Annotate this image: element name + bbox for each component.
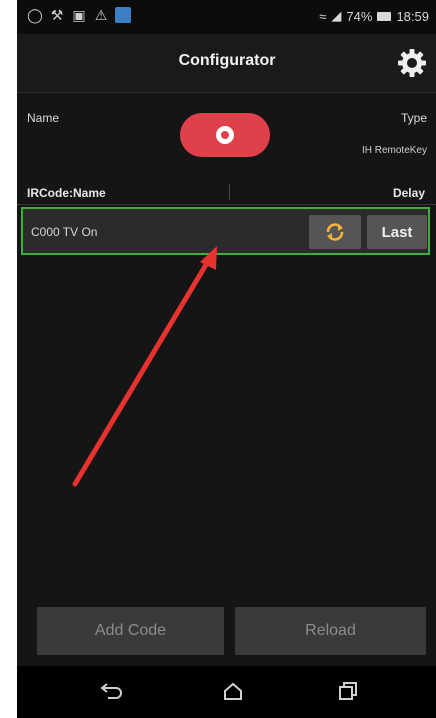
name-type-row: Name Type IH RemoteKey [17,93,436,178]
tools-icon: ⚒ [50,7,64,23]
whatsapp-icon: ◯ [27,7,43,23]
home-icon[interactable] [220,680,246,702]
navigation-bar [17,666,436,718]
app-icon [115,7,131,23]
record-button[interactable] [180,113,270,157]
wifi-icon: ≈ [319,8,327,24]
battery-icon [377,11,392,21]
back-icon[interactable] [99,680,125,702]
refresh-icon [326,223,344,241]
type-label: Type [400,111,427,125]
action-bar: Configurator [17,34,436,93]
table-row[interactable]: C000 TV On Last [21,207,430,255]
cell-signal-icon: ◢ [331,8,342,23]
name-label: Name [27,111,60,125]
column-divider [229,184,230,200]
type-value: IH RemoteKey [361,145,427,156]
clock: 18:59 [396,8,429,24]
status-bar: ◯ ⚒ ▣ ⚠ ≈ ◢ 74% 18:59 [17,0,436,34]
system-status: ≈ ◢ 74% 18:59 [319,8,429,24]
code-name: C000 TV On [31,225,98,239]
page-title: Configurator [178,52,276,69]
refresh-button[interactable] [309,215,361,249]
warning-icon: ⚠ [94,7,108,23]
column-ircode-name: IRCode:Name [27,186,106,200]
recents-icon[interactable] [335,680,361,702]
column-delay: Delay [392,186,425,200]
phone-screen: ◯ ⚒ ▣ ⚠ ≈ ◢ 74% 18:59 Configurator Name … [17,0,436,718]
battery-percent: 74% [346,8,373,24]
image-icon: ▣ [72,7,86,23]
add-code-button[interactable]: Add Code [37,607,224,655]
gear-icon[interactable] [397,48,427,78]
bottom-button-bar: Add Code Reload [17,605,436,657]
table-header: IRCode:Name Delay [17,180,436,205]
delay-last-button[interactable]: Last [367,215,427,249]
notification-icons: ◯ ⚒ ▣ ⚠ [27,7,131,23]
record-icon [216,126,234,144]
reload-button[interactable]: Reload [235,607,426,655]
